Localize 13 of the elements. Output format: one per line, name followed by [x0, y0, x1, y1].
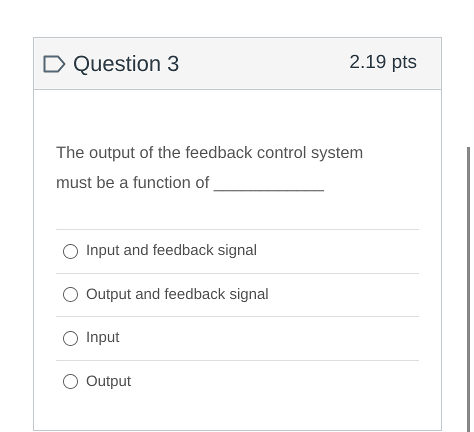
- radio-button[interactable]: [63, 244, 78, 259]
- option-label[interactable]: Input: [86, 327, 120, 350]
- option-label[interactable]: Input and feedback signal: [86, 240, 257, 262]
- radio-button[interactable]: [63, 287, 78, 302]
- option-label[interactable]: Output and feedback signal: [86, 284, 269, 306]
- scroll-bar[interactable]: [467, 147, 470, 432]
- radio-button[interactable]: [63, 330, 78, 346]
- option-label[interactable]: Output: [86, 370, 132, 393]
- question-title: Question 3: [73, 50, 180, 78]
- question-text: The output of the feedback control system must be a function of ____________: [56, 143, 364, 194]
- flag-icon: [43, 54, 67, 72]
- points-label: 2.19 pts: [349, 51, 417, 76]
- radio-button[interactable]: [63, 374, 78, 390]
